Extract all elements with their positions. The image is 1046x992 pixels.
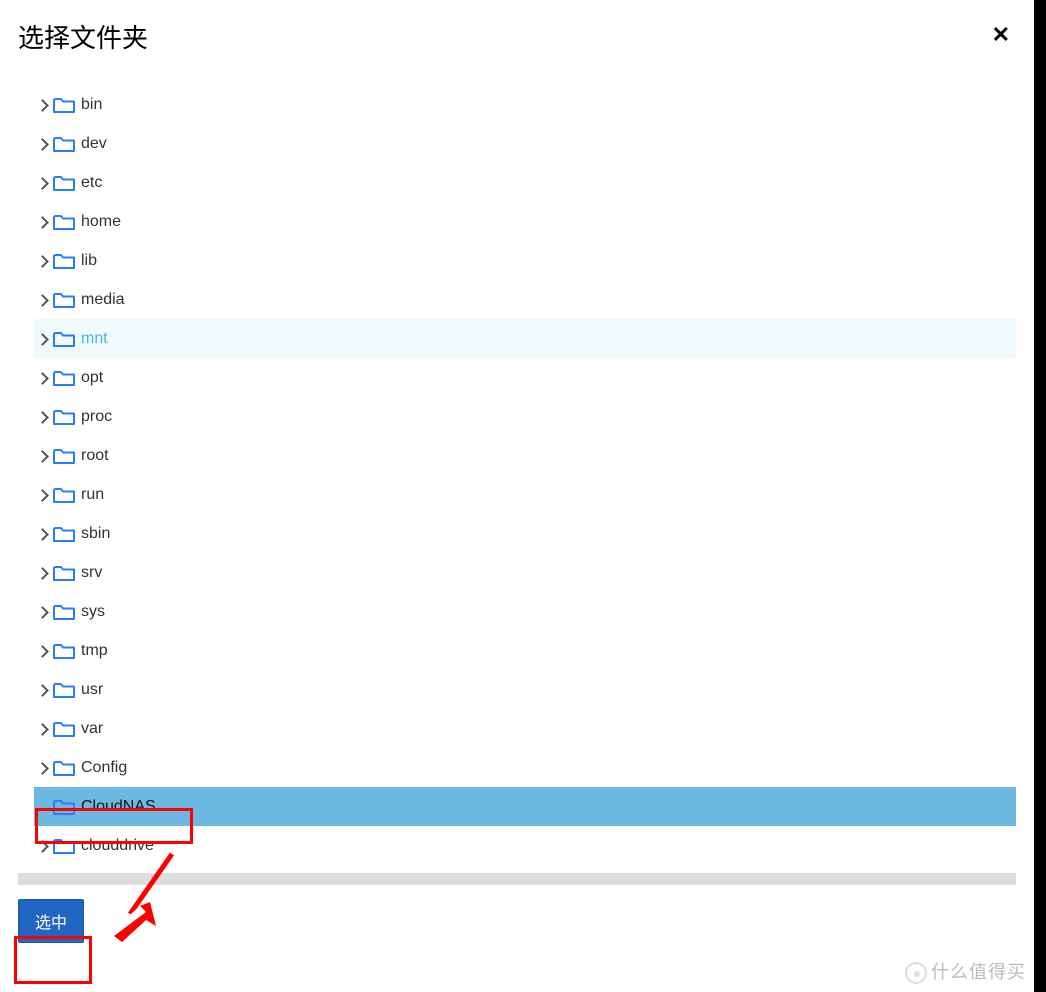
chevron-right-icon[interactable] xyxy=(36,255,49,268)
folder-icon xyxy=(53,292,75,308)
folder-icon xyxy=(53,136,75,152)
tree-node-home[interactable]: home xyxy=(34,202,1016,241)
tree-node-label: tmp xyxy=(81,642,108,660)
tree-node-run[interactable]: run xyxy=(34,475,1016,514)
tree-node-label: Config xyxy=(81,759,127,777)
tree-node-label: etc xyxy=(81,174,102,192)
tree-node-label: clouddrive xyxy=(81,837,154,855)
chevron-right-icon[interactable] xyxy=(36,138,49,151)
modal-footer: 选中 xyxy=(0,899,1034,959)
tree-node-label: mnt xyxy=(81,330,108,348)
folder-icon xyxy=(53,253,75,269)
folder-icon xyxy=(53,604,75,620)
tree-node-label: lib xyxy=(81,252,97,270)
tree-node-root[interactable]: root xyxy=(34,436,1016,475)
tree-node-dev[interactable]: dev xyxy=(34,124,1016,163)
folder-icon xyxy=(53,97,75,113)
folder-icon xyxy=(53,214,75,230)
tree-node-mnt[interactable]: mnt xyxy=(34,319,1016,358)
chevron-right-icon[interactable] xyxy=(36,294,49,307)
folder-icon xyxy=(53,760,75,776)
tree-node-clouddrive[interactable]: clouddrive xyxy=(34,826,1016,865)
folder-icon xyxy=(53,565,75,581)
folder-icon xyxy=(53,682,75,698)
modal-header: 选择文件夹 ✕ xyxy=(0,0,1034,75)
chevron-right-icon[interactable] xyxy=(36,333,49,346)
tree-node-label: root xyxy=(81,447,109,465)
chevron-right-icon[interactable] xyxy=(36,450,49,463)
tree-node-label: run xyxy=(81,486,104,504)
folder-picker-modal: 选择文件夹 ✕ bin dev etc home lib media mnt o… xyxy=(0,0,1034,992)
tree-node-sys[interactable]: sys xyxy=(34,592,1016,631)
chevron-right-icon[interactable] xyxy=(36,684,49,697)
divider xyxy=(18,873,1016,885)
tree-node-label: proc xyxy=(81,408,112,426)
tree-node-bin[interactable]: bin xyxy=(34,85,1016,124)
tree-node-label: var xyxy=(81,720,103,738)
tree-node-label: opt xyxy=(81,369,103,387)
tree-node-tmp[interactable]: tmp xyxy=(34,631,1016,670)
tree-node-label: dev xyxy=(81,135,107,153)
tree-node-label: sys xyxy=(81,603,105,621)
tree-node-etc[interactable]: etc xyxy=(34,163,1016,202)
tree-node-proc[interactable]: proc xyxy=(34,397,1016,436)
chevron-right-icon[interactable] xyxy=(36,567,49,580)
chevron-right-icon[interactable] xyxy=(36,840,49,853)
tree-node-label: usr xyxy=(81,681,103,699)
tree-node-opt[interactable]: opt xyxy=(34,358,1016,397)
chevron-right-icon[interactable] xyxy=(36,762,49,775)
tree-node-sbin[interactable]: sbin xyxy=(34,514,1016,553)
folder-icon xyxy=(53,721,75,737)
folder-icon xyxy=(53,643,75,659)
tree-node-config[interactable]: Config xyxy=(34,748,1016,787)
window-edge xyxy=(1034,0,1046,992)
select-button[interactable]: 选中 xyxy=(18,899,84,943)
tree-node-usr[interactable]: usr xyxy=(34,670,1016,709)
folder-icon xyxy=(53,409,75,425)
tree-node-media[interactable]: media xyxy=(34,280,1016,319)
chevron-right-icon[interactable] xyxy=(36,411,49,424)
tree-node-label: bin xyxy=(81,96,102,114)
tree-node-cloudnas[interactable]: CloudNAS xyxy=(34,787,1016,826)
chevron-right-icon[interactable] xyxy=(36,606,49,619)
chevron-right-icon[interactable] xyxy=(36,528,49,541)
chevron-right-icon[interactable] xyxy=(36,372,49,385)
chevron-right-icon[interactable] xyxy=(36,489,49,502)
tree-node-lib[interactable]: lib xyxy=(34,241,1016,280)
folder-icon xyxy=(53,331,75,347)
tree-node-srv[interactable]: srv xyxy=(34,553,1016,592)
folder-tree: bin dev etc home lib media mnt opt proc … xyxy=(0,75,1034,865)
tree-node-label: home xyxy=(81,213,121,231)
folder-icon xyxy=(53,838,75,854)
chevron-right-icon[interactable] xyxy=(36,645,49,658)
chevron-right-icon[interactable] xyxy=(36,99,49,112)
tree-node-label: media xyxy=(81,291,125,309)
tree-node-var[interactable]: var xyxy=(34,709,1016,748)
folder-icon xyxy=(53,175,75,191)
tree-node-label: sbin xyxy=(81,525,110,543)
modal-title: 选择文件夹 xyxy=(18,18,148,55)
chevron-right-icon[interactable] xyxy=(36,177,49,190)
folder-icon xyxy=(53,487,75,503)
folder-icon xyxy=(53,448,75,464)
folder-icon xyxy=(53,370,75,386)
chevron-right-icon[interactable] xyxy=(36,723,49,736)
tree-node-label: srv xyxy=(81,564,102,582)
folder-icon xyxy=(53,526,75,542)
tree-node-label: CloudNAS xyxy=(81,798,156,816)
chevron-right-icon[interactable] xyxy=(36,216,49,229)
close-icon[interactable]: ✕ xyxy=(992,24,1010,46)
folder-icon xyxy=(53,799,75,815)
